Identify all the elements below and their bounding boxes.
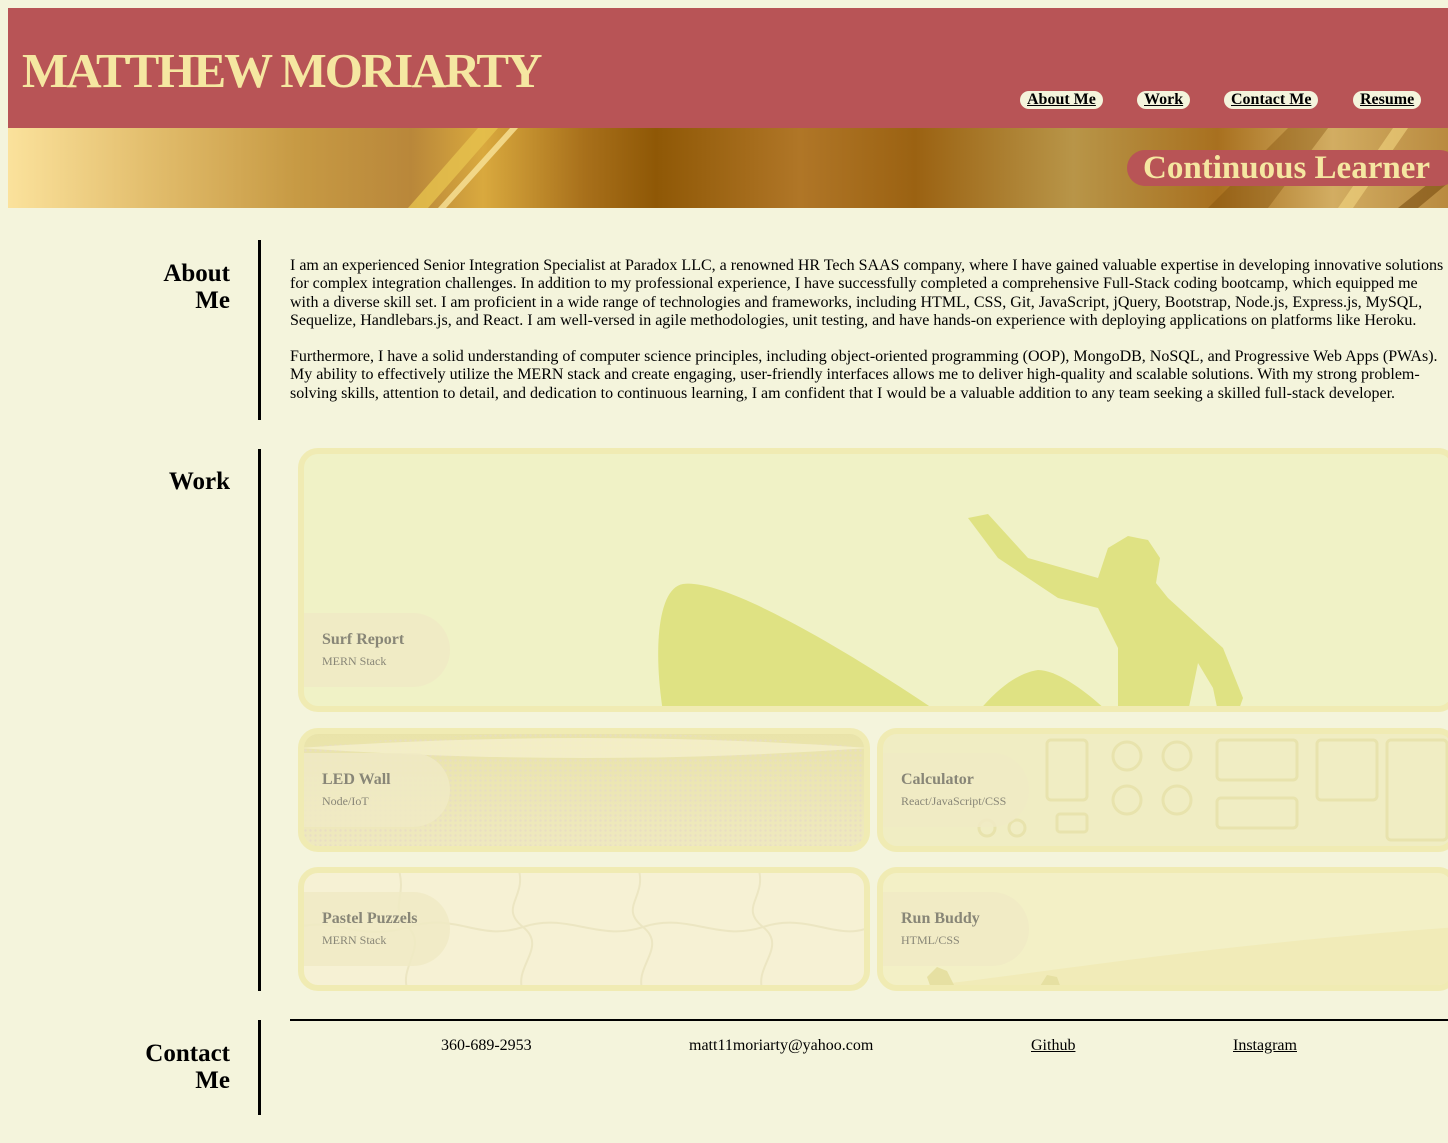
about-heading: About Me <box>163 260 230 314</box>
tagline-badge: Continuous Learner <box>1127 150 1448 186</box>
project-title: Calculator <box>901 771 974 788</box>
about-heading-line1: About <box>163 260 230 287</box>
project-card-run-buddy[interactable]: Run Buddy HTML/CSS <box>877 867 1448 991</box>
project-stack: Node/IoT <box>322 794 369 808</box>
project-title: LED Wall <box>322 771 391 788</box>
contact-email: matt11moriarty@yahoo.com <box>689 1037 874 1054</box>
project-title: Surf Report <box>322 631 405 648</box>
contact-heading-line1: Contact <box>145 1040 230 1067</box>
project-stack: MERN Stack <box>322 933 387 947</box>
project-label: Pastel Puzzels MERN Stack <box>304 892 450 966</box>
project-stack: HTML/CSS <box>901 933 960 947</box>
about-paragraph: I am an experienced Senior Integration S… <box>290 257 1444 329</box>
project-label: LED Wall Node/IoT <box>304 753 450 827</box>
project-label: Surf Report MERN Stack <box>304 613 450 687</box>
nav-resume[interactable]: Resume <box>1353 91 1422 109</box>
instagram-link[interactable]: Instagram <box>1233 1037 1297 1055</box>
project-label: Calculator React/JavaScript/CSS <box>883 753 1029 827</box>
site-header: MATTHEW MORIARTY About Me Work Contact M… <box>8 8 1448 128</box>
project-label: Run Buddy HTML/CSS <box>883 892 1029 966</box>
site-title: MATTHEW MORIARTY <box>22 43 542 98</box>
work-heading: Work <box>168 468 230 495</box>
project-card-led-wall[interactable]: LED Wall Node/IoT <box>298 728 870 852</box>
project-title: Pastel Puzzels <box>322 910 418 927</box>
about-divider <box>258 240 261 420</box>
work-divider <box>258 449 261 991</box>
surfer-image <box>658 514 1243 706</box>
contact-rule <box>290 1019 1448 1021</box>
portfolio-page: { "header": { "title": "MATTHEW MORIARTY… <box>0 0 1448 1143</box>
contact-heading: Contact Me <box>145 1040 230 1094</box>
contact-heading-line2: Me <box>195 1067 230 1094</box>
about-heading-line2: Me <box>195 287 230 314</box>
project-stack: React/JavaScript/CSS <box>901 794 1007 808</box>
github-link[interactable]: Github <box>1031 1037 1075 1055</box>
project-stack: MERN Stack <box>322 654 387 668</box>
about-text: I am an experienced Senior Integration S… <box>290 257 1448 421</box>
project-title: Run Buddy <box>901 910 980 927</box>
nav-about-me[interactable]: About Me <box>1020 91 1103 109</box>
project-card-surf-report[interactable]: Surf Report MERN Stack <box>298 448 1448 712</box>
about-paragraph: Furthermore, I have a solid understandin… <box>290 348 1438 402</box>
contact-divider <box>258 1020 261 1115</box>
nav-work[interactable]: Work <box>1137 91 1191 109</box>
project-card-pastel-puzzels[interactable]: Pastel Puzzels MERN Stack <box>298 867 870 991</box>
contact-phone: 360-689-2953 <box>441 1037 532 1054</box>
nav-contact-me[interactable]: Contact Me <box>1224 91 1319 109</box>
project-card-calculator[interactable]: Calculator React/JavaScript/CSS <box>877 728 1448 852</box>
